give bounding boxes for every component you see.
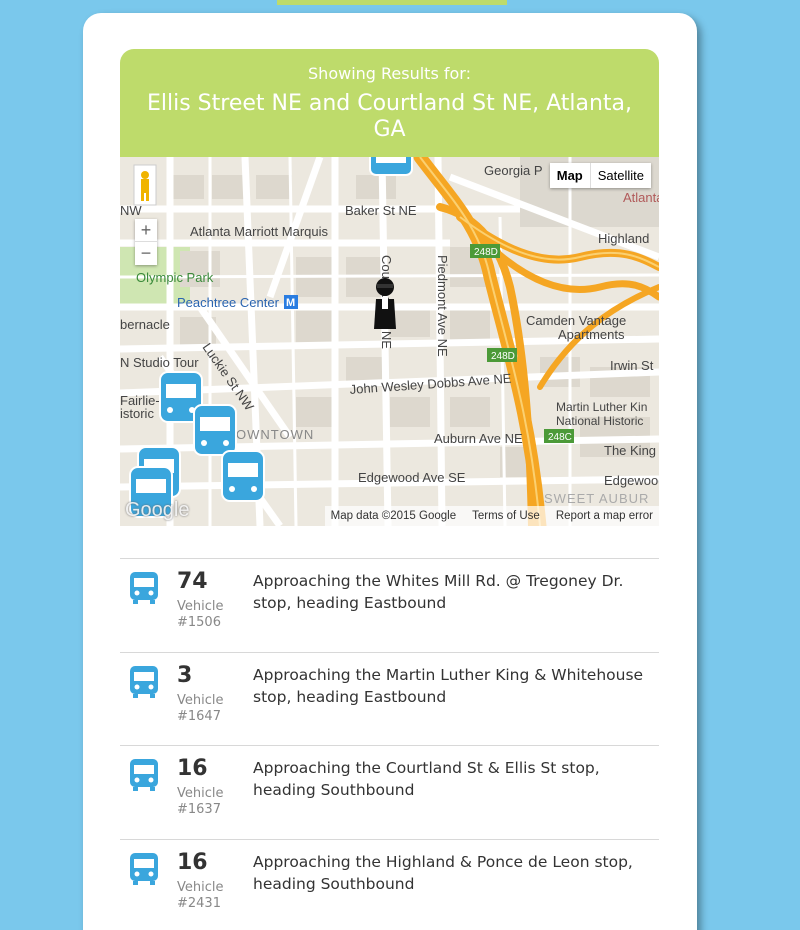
route-number: 16 bbox=[177, 756, 208, 781]
map-type-map-button[interactable]: Map bbox=[550, 163, 591, 188]
map-type-control: Map Satellite bbox=[549, 163, 651, 188]
svg-text:M: M bbox=[286, 297, 295, 309]
svg-text:Atlanta Marriott Marquis: Atlanta Marriott Marquis bbox=[190, 224, 328, 239]
svg-text:N Studio Tour: N Studio Tour bbox=[120, 355, 199, 370]
route-number: 16 bbox=[177, 849, 208, 875]
results-location: Ellis Street NE and Courtland St NE, Atl… bbox=[146, 91, 633, 142]
zoom-out-button[interactable]: − bbox=[135, 242, 157, 265]
zoom-in-button[interactable]: + bbox=[135, 219, 157, 242]
svg-text:248D: 248D bbox=[491, 351, 515, 362]
vehicle-row[interactable]: 74 Vehicle #1506 Approaching the Whites M… bbox=[120, 558, 659, 652]
svg-text:The King: The King bbox=[604, 443, 656, 458]
pegman-icon[interactable] bbox=[133, 164, 157, 206]
report-map-error-link[interactable]: Report a map error bbox=[556, 510, 653, 522]
svg-text:Baker St NE: Baker St NE bbox=[345, 203, 417, 218]
terms-of-use-link[interactable]: Terms of Use bbox=[472, 510, 540, 522]
svg-text:bernacle: bernacle bbox=[120, 317, 170, 332]
top-tab bbox=[277, 0, 507, 5]
svg-text:SWEET AUBUR: SWEET AUBUR bbox=[544, 491, 649, 506]
vehicle-id: Vehicle #1506 bbox=[177, 599, 224, 630]
svg-text:Piedmont Ave NE: Piedmont Ave NE bbox=[435, 255, 450, 357]
svg-text:248D: 248D bbox=[474, 247, 498, 258]
svg-text:Apartments: Apartments bbox=[558, 327, 625, 342]
svg-text:Atlanta: Atlanta bbox=[623, 190, 659, 205]
route-number: 74 bbox=[177, 569, 208, 594]
vehicle-description: Approaching the Martin Luther King & Whi… bbox=[253, 665, 644, 706]
svg-text:National Historic: National Historic bbox=[556, 414, 643, 428]
vehicle-description: Approaching the Whites Mill Rd. @ Tregon… bbox=[253, 572, 624, 612]
vehicle-id: Vehicle #1637 bbox=[177, 786, 224, 817]
results-subtitle: Showing Results for: bbox=[308, 64, 471, 83]
bus-marker-icon bbox=[369, 157, 413, 176]
svg-text:Auburn Ave NE: Auburn Ave NE bbox=[434, 431, 523, 446]
zoom-control: + − bbox=[135, 219, 157, 265]
bus-marker-icon bbox=[221, 450, 265, 502]
vehicle-description: Approaching the Highland & Ponce de Leon… bbox=[253, 852, 633, 893]
vehicle-id: Vehicle #2431 bbox=[177, 879, 224, 911]
svg-text:248C: 248C bbox=[548, 432, 572, 443]
vehicle-description: Approaching the Courtland St & Ellis St … bbox=[253, 759, 600, 799]
vehicle-row[interactable]: 3 Vehicle #1647 Approaching the Martin Lu… bbox=[120, 651, 659, 746]
svg-text:Edgewood Ave SE: Edgewood Ave SE bbox=[358, 470, 466, 485]
vehicle-row[interactable]: 16 Vehicle #2431 Approaching the Highland… bbox=[120, 838, 659, 930]
bus-icon bbox=[130, 665, 158, 698]
map-type-satellite-button[interactable]: Satellite bbox=[591, 163, 651, 188]
marker-person-icon[interactable] bbox=[374, 278, 396, 329]
map-data-credit: Map data ©2015 Google bbox=[330, 510, 457, 522]
svg-text:Martin Luther Kin: Martin Luther Kin bbox=[556, 400, 647, 414]
svg-text:Olympic Park: Olympic Park bbox=[136, 270, 214, 285]
bus-marker-icon bbox=[193, 404, 237, 456]
svg-text:Edgewood: Edgewood bbox=[604, 473, 659, 488]
bus-icon bbox=[130, 572, 158, 604]
map[interactable]: 248D 248D 248C Georgia P Atlanta Baker S… bbox=[120, 157, 659, 526]
bus-icon bbox=[130, 852, 158, 885]
svg-text:OWNTOWN: OWNTOWN bbox=[236, 427, 314, 442]
route-number: 3 bbox=[177, 662, 193, 688]
vehicle-id: Vehicle #1647 bbox=[177, 692, 224, 724]
google-logo[interactable]: Google bbox=[125, 499, 190, 522]
svg-text:Highland: Highland bbox=[598, 231, 649, 246]
svg-text:Peachtree Center: Peachtree Center bbox=[177, 295, 280, 310]
svg-text:Irwin St: Irwin St bbox=[610, 358, 654, 373]
vehicle-list: 74 Vehicle #1506 Approaching the Whites M… bbox=[120, 558, 659, 930]
svg-text:Georgia P: Georgia P bbox=[484, 163, 543, 178]
svg-text:Camden Vantage: Camden Vantage bbox=[526, 313, 626, 328]
results-card: Showing Results for: Ellis Street NE and… bbox=[83, 13, 697, 930]
svg-text:istoric: istoric bbox=[120, 406, 154, 421]
results-header: Showing Results for: Ellis Street NE and… bbox=[120, 49, 659, 159]
vehicle-row[interactable]: 16 Vehicle #1637 Approaching the Courtlan… bbox=[120, 745, 659, 839]
map-footer: Map data ©2015 Google Terms of Use Repor… bbox=[324, 506, 659, 526]
metro-icon: M bbox=[284, 295, 298, 309]
bus-icon bbox=[130, 759, 158, 791]
